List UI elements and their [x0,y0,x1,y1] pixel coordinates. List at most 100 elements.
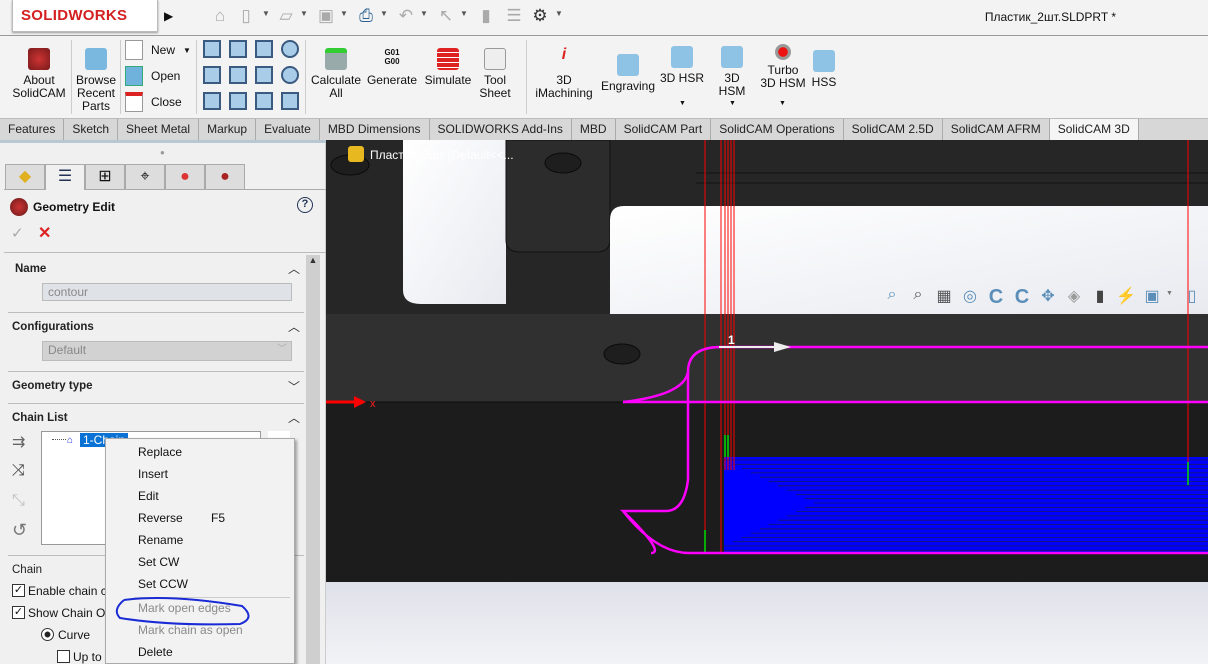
enable-chain-checkbox[interactable]: ✓ [12,584,25,597]
calculate-all-button[interactable]: Calculate All [310,36,362,118]
file-properties-icon[interactable]: ☰ [504,6,524,26]
chevron-up-icon[interactable]: ︿ [288,260,300,277]
select-pointer-icon[interactable]: ↖ [436,6,456,26]
panel-scrollbar[interactable]: ▲ [306,255,320,664]
undo-icon[interactable]: ↶ [396,6,416,26]
view-front-icon[interactable] [203,40,221,58]
splitter-handle[interactable]: ● [160,148,165,157]
chevron-down-icon[interactable]: ▼ [420,9,428,18]
view-coordinate-icon[interactable] [281,92,299,110]
open-button[interactable]: Open [125,66,180,86]
section-name-header[interactable]: Name [15,263,46,275]
zoom-to-fit-icon[interactable]: ⌕ [882,286,902,306]
chevron-down-icon[interactable]: ▼ [679,100,686,107]
cancel-x-icon[interactable]: ✕ [38,223,51,243]
menu-item-replace[interactable]: Replace [138,445,182,459]
menu-item-reverse[interactable]: Reverse [138,511,183,525]
save-icon[interactable]: ▣ [316,6,336,26]
zoom-selection-icon[interactable]: ▦ [934,286,954,306]
zoom-in-out-icon[interactable]: ◎ [960,286,980,306]
chevron-down-icon[interactable]: ▼ [262,9,270,18]
tab-feature-manager[interactable]: ◆ [5,164,45,190]
ok-check-icon[interactable]: ✓ [11,224,24,242]
chevron-down-icon[interactable]: ▼ [300,9,308,18]
engraving-button[interactable]: Engraving [600,36,656,118]
chevron-down-icon[interactable]: ▼ [340,9,348,18]
section-chain-list-header[interactable]: Chain List [12,412,68,424]
solidworks-logo[interactable]: SOLIDWORKS [12,0,158,32]
tab-markup[interactable]: Markup [199,119,257,140]
chevron-down-icon[interactable]: ▼ [183,46,191,55]
menu-item-rename[interactable]: Rename [138,533,183,547]
new-document-icon[interactable]: ▯ [236,6,256,26]
chevron-down-icon[interactable]: ▼ [1166,290,1173,297]
open-folder-icon[interactable]: ▱ [276,6,296,26]
simulate-button[interactable]: Simulate [422,36,474,118]
tab-dimxpert[interactable]: ⌖ [125,164,165,190]
hss-button[interactable]: HSS [810,36,838,118]
tab-solidcam-manager[interactable]: ● [205,164,245,190]
gear-icon[interactable]: ⚙ [530,6,550,26]
hide-show-icon[interactable]: ▯ [1182,286,1202,306]
section-configurations-header[interactable]: Configurations [12,321,94,333]
chevron-down-icon[interactable]: ﹀ [288,378,300,395]
tab-features[interactable]: Features [0,119,65,140]
document-tree-label[interactable]: Пластик_2шт (Default<<... [370,148,514,162]
tool-sheet-button[interactable]: Tool Sheet [476,36,514,118]
chevron-up-icon[interactable]: ︿ [288,318,300,335]
chain-split-icon[interactable]: ⤨ [12,462,25,480]
help-icon[interactable]: ? [297,197,313,213]
tab-solidcam-operations[interactable]: SolidCAM Operations [711,119,844,140]
zoom-to-area-icon[interactable]: ⌕ [908,286,928,306]
tab-solidworks-add-ins[interactable]: SOLIDWORKS Add-Ins [430,119,572,140]
about-solidcam-button[interactable]: About SolidCAM [8,36,70,118]
tab-solidcam-2-5d[interactable]: SolidCAM 2.5D [844,119,943,140]
expand-menu-arrow-icon[interactable]: ▶ [164,9,173,23]
scroll-up-arrow-icon[interactable]: ▲ [306,255,320,265]
view-right-icon[interactable] [229,66,247,84]
roll-icon[interactable]: C [1012,286,1032,308]
tab-sketch[interactable]: Sketch [64,119,119,140]
view-left-icon[interactable] [203,66,221,84]
section-view-icon[interactable]: ▮ [1090,286,1110,306]
chevron-down-icon[interactable]: ▼ [779,100,786,107]
previous-view-icon[interactable]: ◈ [1064,286,1084,306]
close-button[interactable]: Close [125,92,182,112]
view-revolve-icon[interactable] [281,66,299,84]
view-iso-icon[interactable] [255,40,273,58]
chevron-down-icon[interactable]: ▼ [380,9,388,18]
chain-swap-icon[interactable]: ⤡ [12,492,25,510]
name-input[interactable]: contour [42,283,292,301]
view-back-icon[interactable] [229,40,247,58]
undo-icon[interactable]: ↺ [12,520,27,541]
tab-property-manager[interactable]: ☰ [45,164,85,190]
generate-button[interactable]: G01 G00 Generate [366,36,418,118]
part-icon[interactable] [348,146,364,162]
home-icon[interactable]: ⌂ [210,6,230,26]
chevron-up-icon[interactable]: ︿ [288,409,300,426]
menu-item-delete[interactable]: Delete [138,645,173,659]
tab-solidcam-part[interactable]: SolidCAM Part [616,119,712,140]
tab-mbd-dimensions[interactable]: MBD Dimensions [320,119,430,140]
section-geometry-type-header[interactable]: Geometry type [12,380,93,392]
view-dimetric-icon[interactable] [255,66,273,84]
view-top-icon[interactable] [203,92,221,110]
graphics-viewport[interactable]: 1 x Пластик_2шт (Default<<... ⌕ ⌕ ▦ ◎ C … [326,140,1208,664]
view-trimetric-icon[interactable] [255,92,273,110]
tab-display-manager[interactable]: ● [165,164,205,190]
configuration-select[interactable]: Default ﹀ [42,341,292,361]
tab-configuration-manager[interactable]: ⊞ [85,164,125,190]
view-bottom-icon[interactable] [229,92,247,110]
view-orientation-icon[interactable]: ⚡ [1116,286,1136,306]
display-style-icon[interactable]: ▣ [1142,286,1162,306]
tab-mbd[interactable]: MBD [572,119,616,140]
menu-item-set-cw[interactable]: Set CW [138,555,179,569]
rotate-icon[interactable]: C [986,286,1006,308]
menu-item-edit[interactable]: Edit [138,489,159,503]
chevron-down-icon[interactable]: ▼ [460,9,468,18]
up-to-checkbox[interactable] [57,650,70,663]
chevron-down-icon[interactable]: ▼ [729,100,736,107]
menu-item-insert[interactable]: Insert [138,467,168,481]
tab-solidcam-3d[interactable]: SolidCAM 3D [1049,119,1139,140]
chevron-down-icon[interactable]: ▼ [555,9,563,18]
